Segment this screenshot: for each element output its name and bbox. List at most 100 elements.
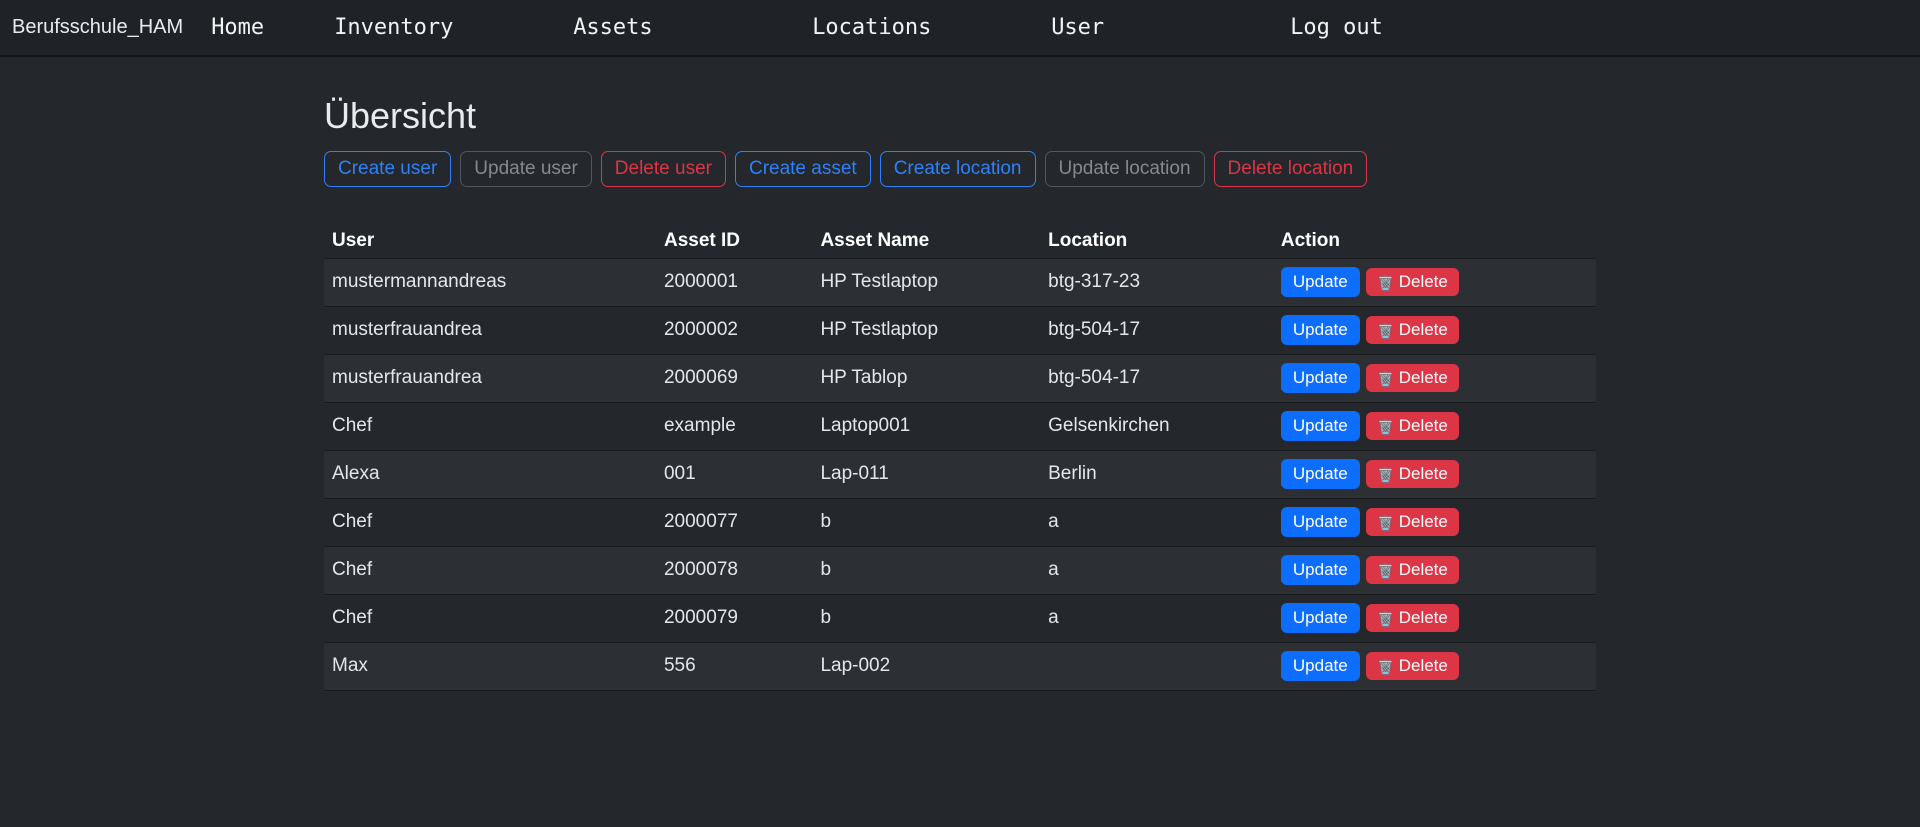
asset-id-cell: 2000002	[656, 306, 812, 354]
asset-id-cell: 2000079	[656, 594, 812, 642]
delete-button-label: Delete	[1399, 608, 1448, 628]
create-location-button[interactable]: Create location	[880, 151, 1036, 187]
asset-id-cell: 2000001	[656, 258, 812, 306]
asset-name-cell: b	[812, 594, 1040, 642]
delete-button-label: Delete	[1399, 416, 1448, 436]
asset-id-cell: 556	[656, 642, 812, 690]
asset-id-cell: 2000077	[656, 498, 812, 546]
nav-item: Home	[211, 15, 334, 40]
wastebasket-icon	[1377, 274, 1394, 291]
update-button[interactable]: Update	[1281, 315, 1360, 345]
user-cell: Chef	[324, 498, 656, 546]
delete-button-label: Delete	[1399, 560, 1448, 580]
delete-user-button[interactable]: Delete user	[601, 151, 726, 187]
table-row: Chef2000077baUpdate Delete	[324, 498, 1596, 546]
action-cell: Update Delete	[1273, 354, 1596, 402]
delete-button-label: Delete	[1399, 464, 1448, 484]
delete-button[interactable]: Delete	[1366, 412, 1459, 440]
user-cell: musterfrauandrea	[324, 354, 656, 402]
navbar-brand[interactable]: Berufsschule_HAM	[12, 16, 183, 39]
location-cell: btg-504-17	[1040, 354, 1273, 402]
delete-button[interactable]: Delete	[1366, 364, 1459, 392]
location-cell: a	[1040, 546, 1273, 594]
user-cell: Alexa	[324, 450, 656, 498]
create-user-button[interactable]: Create user	[324, 151, 451, 187]
delete-button[interactable]: Delete	[1366, 556, 1459, 584]
nav-item: Inventory	[334, 15, 573, 40]
asset-id-cell: example	[656, 402, 812, 450]
table-row: Max556Lap-002Update Delete	[324, 642, 1596, 690]
nav-link-assets[interactable]: Assets	[573, 15, 652, 40]
nav-link-logout[interactable]: Log out	[1290, 15, 1383, 40]
wastebasket-icon	[1377, 514, 1394, 531]
delete-button[interactable]: Delete	[1366, 316, 1459, 344]
user-cell: musterfrauandrea	[324, 306, 656, 354]
location-cell: a	[1040, 594, 1273, 642]
delete-button[interactable]: Delete	[1366, 604, 1459, 632]
page-title: Übersicht	[324, 95, 1596, 137]
action-cell: Update Delete	[1273, 642, 1596, 690]
delete-location-button[interactable]: Delete location	[1214, 151, 1368, 187]
update-button[interactable]: Update	[1281, 459, 1360, 489]
action-cell: Update Delete	[1273, 258, 1596, 306]
action-cell: Update Delete	[1273, 498, 1596, 546]
action-cell: Update Delete	[1273, 594, 1596, 642]
update-button[interactable]: Update	[1281, 267, 1360, 297]
user-cell: Chef	[324, 402, 656, 450]
update-location-button[interactable]: Update location	[1045, 151, 1205, 187]
delete-button[interactable]: Delete	[1366, 508, 1459, 536]
update-button[interactable]: Update	[1281, 507, 1360, 537]
update-button[interactable]: Update	[1281, 363, 1360, 393]
toolbar: Create userUpdate userDelete userCreate …	[324, 151, 1596, 187]
table-row: musterfrauandrea2000069HP Tablopbtg-504-…	[324, 354, 1596, 402]
column-header-user: User	[324, 224, 656, 259]
asset-name-cell: b	[812, 546, 1040, 594]
table-row: Chef2000079baUpdate Delete	[324, 594, 1596, 642]
nav-link-home[interactable]: Home	[211, 15, 264, 40]
nav-item: User	[1051, 15, 1290, 40]
delete-button[interactable]: Delete	[1366, 460, 1459, 488]
create-asset-button[interactable]: Create asset	[735, 151, 871, 187]
main-nav: Home Inventory Assets Locations User Log out	[211, 15, 1383, 40]
asset-name-cell: Laptop001	[812, 402, 1040, 450]
delete-button-label: Delete	[1399, 272, 1448, 292]
wastebasket-icon	[1377, 370, 1394, 387]
asset-id-cell: 2000078	[656, 546, 812, 594]
wastebasket-icon	[1377, 658, 1394, 675]
delete-button-label: Delete	[1399, 320, 1448, 340]
table-row: ChefexampleLaptop001GelsenkirchenUpdate …	[324, 402, 1596, 450]
location-cell: Gelsenkirchen	[1040, 402, 1273, 450]
wastebasket-icon	[1377, 562, 1394, 579]
action-cell: Update Delete	[1273, 450, 1596, 498]
location-cell: btg-317-23	[1040, 258, 1273, 306]
update-button[interactable]: Update	[1281, 555, 1360, 585]
table-row: musterfrauandrea2000002HP Testlaptopbtg-…	[324, 306, 1596, 354]
column-header-location: Location	[1040, 224, 1273, 259]
location-cell	[1040, 642, 1273, 690]
asset-name-cell: HP Tablop	[812, 354, 1040, 402]
assets-table: UserAsset IDAsset NameLocationAction mus…	[324, 224, 1596, 691]
update-button[interactable]: Update	[1281, 651, 1360, 681]
table-row: Chef2000078baUpdate Delete	[324, 546, 1596, 594]
nav-link-inventory[interactable]: Inventory	[334, 15, 453, 40]
delete-button-label: Delete	[1399, 656, 1448, 676]
user-cell: Max	[324, 642, 656, 690]
wastebasket-icon	[1377, 418, 1394, 435]
update-user-button[interactable]: Update user	[460, 151, 592, 187]
asset-name-cell: Lap-011	[812, 450, 1040, 498]
asset-name-cell: HP Testlaptop	[812, 306, 1040, 354]
delete-button[interactable]: Delete	[1366, 652, 1459, 680]
delete-button[interactable]: Delete	[1366, 268, 1459, 296]
nav-link-locations[interactable]: Locations	[812, 15, 931, 40]
location-cell: a	[1040, 498, 1273, 546]
action-cell: Update Delete	[1273, 546, 1596, 594]
update-button[interactable]: Update	[1281, 603, 1360, 633]
asset-id-cell: 2000069	[656, 354, 812, 402]
update-button[interactable]: Update	[1281, 411, 1360, 441]
nav-link-user[interactable]: User	[1051, 15, 1104, 40]
location-cell: Berlin	[1040, 450, 1273, 498]
action-cell: Update Delete	[1273, 306, 1596, 354]
column-header-action: Action	[1273, 224, 1596, 259]
delete-button-label: Delete	[1399, 368, 1448, 388]
table-row: mustermannandreas2000001HP Testlaptopbtg…	[324, 258, 1596, 306]
